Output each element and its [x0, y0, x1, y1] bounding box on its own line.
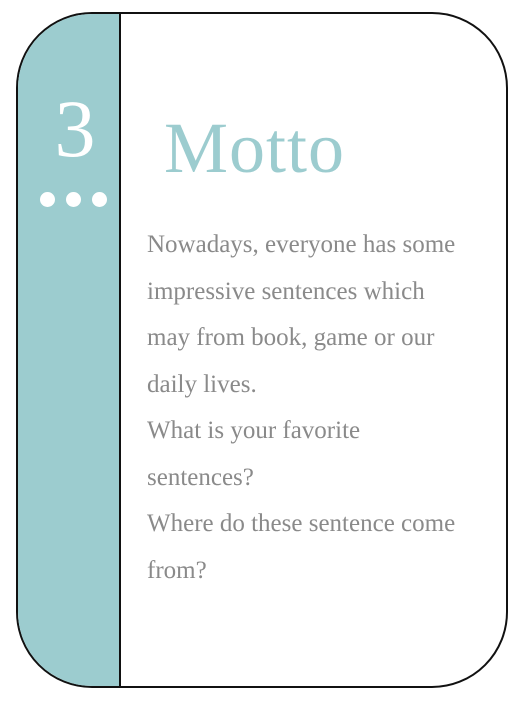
- topic-card: 3 Motto Nowadays, everyone has some impr…: [16, 12, 508, 688]
- body-line: may from book, game or our: [147, 324, 435, 351]
- body-line: impressive sentences which: [147, 277, 425, 305]
- body-line: from?: [147, 556, 207, 584]
- body-line: Where do these sentence come: [147, 510, 456, 537]
- ellipsis-dots: [40, 192, 120, 208]
- body-line: sentences?: [147, 463, 254, 491]
- card-number: 3: [54, 83, 96, 174]
- dot: [66, 192, 81, 207]
- dot: [92, 192, 107, 207]
- body-line: daily lives.: [147, 370, 257, 398]
- body-line: Nowadays, everyone has some: [147, 231, 456, 258]
- body-line: What is your favorite: [147, 417, 361, 444]
- side-band: 3: [18, 14, 121, 686]
- card-body: Nowadays, everyone has some impressive s…: [147, 222, 492, 594]
- card-title: Motto: [164, 108, 346, 188]
- dot: [40, 192, 55, 207]
